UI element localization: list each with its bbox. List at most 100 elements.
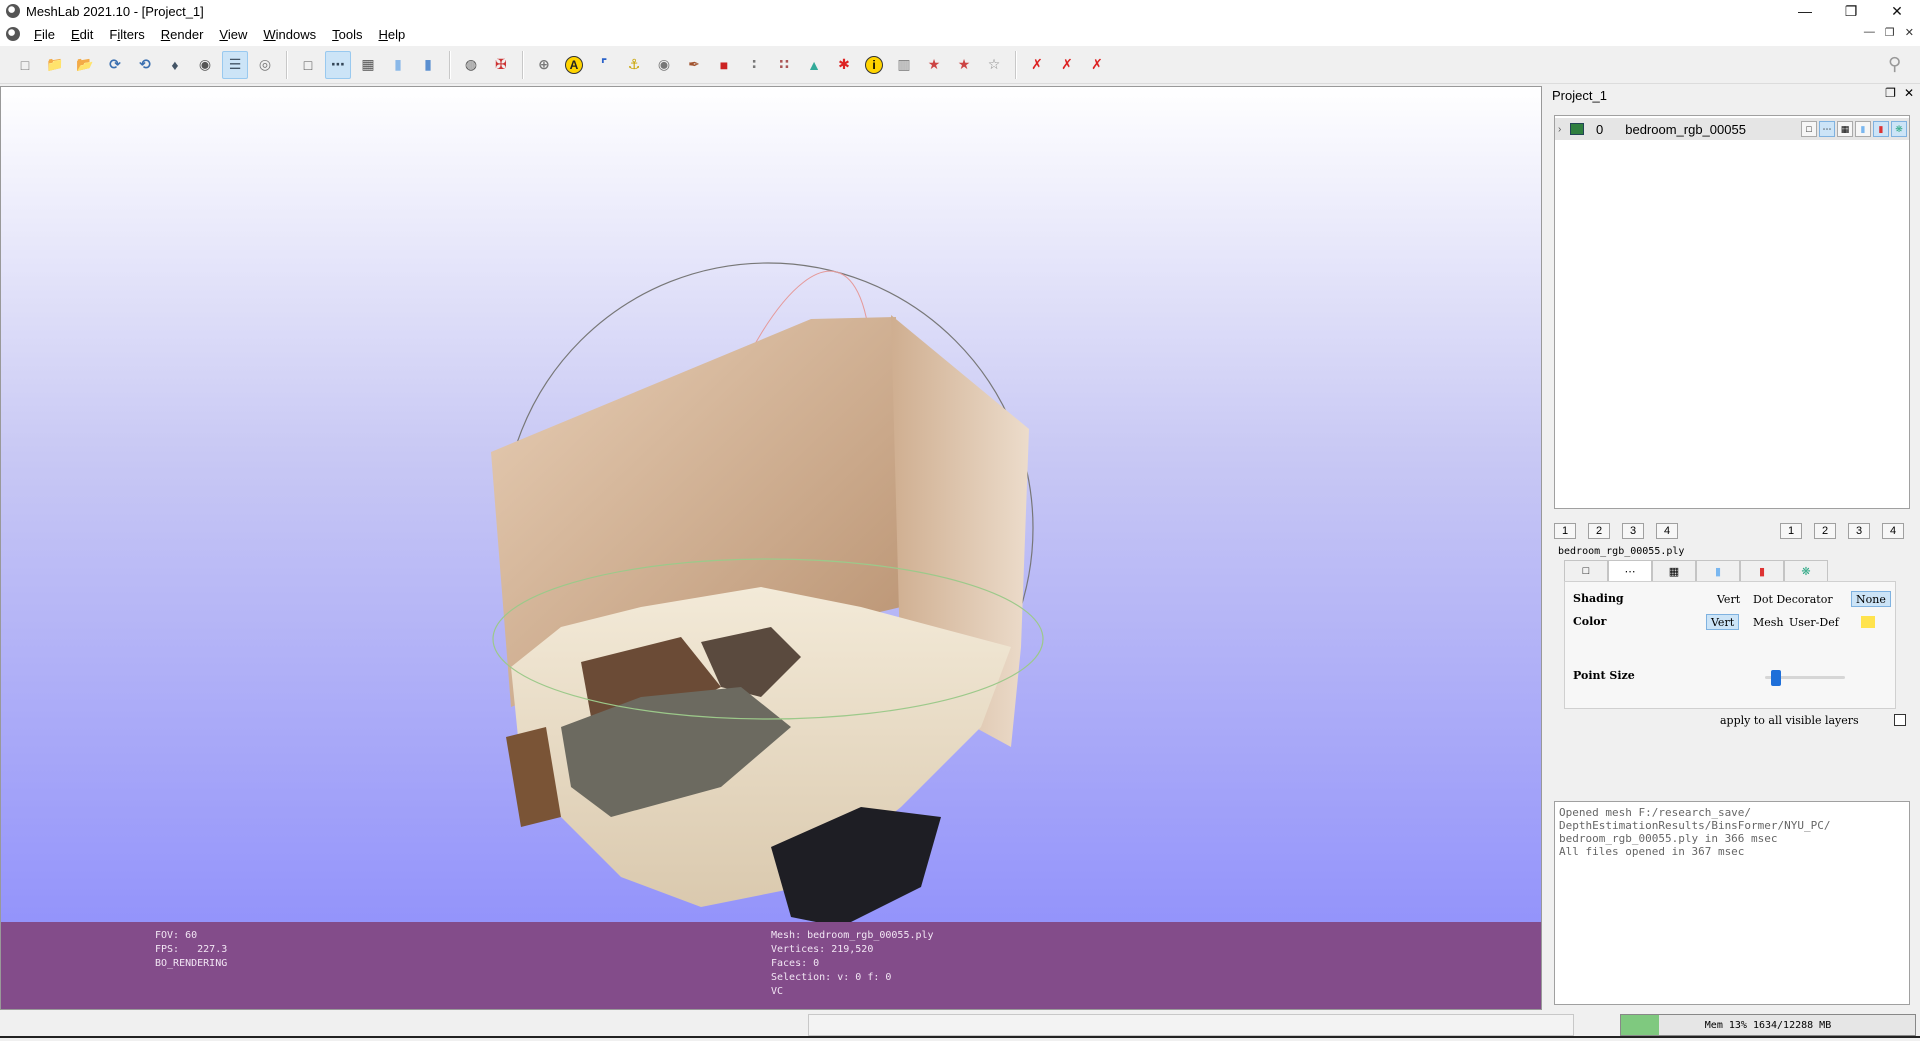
shading-dot-option[interactable]: Dot Decorator [1749, 591, 1837, 607]
annotation-icon: A [565, 55, 583, 74]
paint-button[interactable]: ✒ [681, 51, 707, 79]
camera-button[interactable]: ◉ [651, 51, 677, 79]
delete-all-button[interactable]: ✗ [1084, 51, 1110, 79]
tab-flat[interactable]: ▮ [1696, 560, 1740, 582]
preset-r4-button[interactable]: 4 [1882, 523, 1904, 539]
delete-faces-icon: ✗ [1061, 56, 1073, 72]
fps-text: FPS: 227.3 [155, 944, 228, 955]
reload-button[interactable]: ⟳ [102, 51, 128, 79]
pickpoints-button[interactable]: ★ [951, 51, 977, 79]
manipulator-button[interactable]: ⚓ [621, 51, 647, 79]
close-button[interactable]: ✕ [1874, 0, 1920, 22]
color-userdef-option[interactable]: User-Def [1785, 614, 1843, 630]
visibility-icon[interactable] [1570, 123, 1584, 135]
preset-4-button[interactable]: 4 [1656, 523, 1678, 539]
open-folder-button[interactable]: 📂 [72, 51, 98, 79]
restore-button[interactable]: ❐ [1828, 0, 1874, 22]
wireframe-render-button[interactable]: ▦ [355, 51, 381, 79]
point-cloud-render[interactable] [1, 87, 1542, 1010]
select-vertices-button[interactable]: ∶ [741, 51, 767, 79]
menu-render[interactable]: Render [153, 27, 212, 42]
document-icon[interactable] [6, 27, 20, 41]
menu-windows[interactable]: Windows [255, 27, 324, 42]
georef-button[interactable]: ✱ [831, 51, 857, 79]
preset-r3-button[interactable]: 3 [1848, 523, 1870, 539]
menu-view[interactable]: View [211, 27, 255, 42]
measure-axes-button[interactable]: ⌜ [591, 51, 617, 79]
memory-indicator: Mem 13% 1634/12288 MB [1620, 1014, 1916, 1036]
annotation-button[interactable]: A [561, 51, 587, 79]
trackball-button[interactable]: ⊕ [531, 51, 557, 79]
tab-texture[interactable]: ▮ [1740, 560, 1784, 582]
mdi-close-button[interactable]: ✕ [1905, 26, 1914, 39]
shading-vert-option[interactable]: Vert [1713, 591, 1744, 607]
search-icon[interactable]: ⚲ [1888, 54, 1910, 76]
color-picker-button[interactable]: ■ [711, 51, 737, 79]
tab-points[interactable]: ⋯ [1608, 560, 1652, 582]
info-icon: i [865, 55, 883, 74]
color-vert-option[interactable]: Vert [1706, 614, 1740, 630]
axis-cross-button[interactable]: ✠ [488, 51, 514, 79]
layer-row[interactable]: › 0 bedroom_rgb_00055 □ ⋯ ▦ ▮ ▮ ❋ [1555, 118, 1909, 140]
mdi-restore-button[interactable]: ❐ [1885, 26, 1895, 39]
tab-smooth[interactable]: ❋ [1784, 560, 1828, 582]
layer-render-icons: □ ⋯ ▦ ▮ ▮ ❋ [1801, 121, 1907, 137]
menu-tools[interactable]: Tools [324, 27, 370, 42]
layer-bbox-icon[interactable]: □ [1801, 121, 1817, 137]
preset-1-button[interactable]: 1 [1554, 523, 1576, 539]
menu-edit[interactable]: Edit [63, 27, 101, 42]
apply-all-checkbox[interactable] [1894, 714, 1906, 726]
user-color-swatch[interactable] [1861, 616, 1875, 628]
bbox-render-button[interactable]: □ [295, 51, 321, 79]
3d-viewport[interactable]: FOV: 60 FPS: 227.3 BO_RENDERING Mesh: be… [0, 86, 1542, 1010]
layer-flat-icon[interactable]: ▮ [1855, 121, 1871, 137]
dock-float-button[interactable]: ❐ [1885, 86, 1896, 100]
shading-none-option[interactable]: None [1851, 591, 1891, 607]
fix-button[interactable]: ★ [921, 51, 947, 79]
current-file-label: bedroom_rgb_00055.ply [1558, 546, 1685, 557]
mdi-controls: — ❐ ✕ [1864, 26, 1914, 39]
smooth-render-button[interactable]: ▮ [415, 51, 441, 79]
tab-wire[interactable]: ▦ [1652, 560, 1696, 582]
preset-r1-button[interactable]: 1 [1780, 523, 1802, 539]
expand-arrow-icon[interactable]: › [1558, 124, 1568, 135]
open-project-button[interactable]: 📁 [42, 51, 68, 79]
delete-faces-button[interactable]: ✗ [1054, 51, 1080, 79]
dock-close-button[interactable]: ✕ [1904, 86, 1914, 100]
layer-smooth-icon[interactable]: ❋ [1891, 121, 1907, 137]
select-faces-button[interactable]: ∷ [771, 51, 797, 79]
preset-2-button[interactable]: 2 [1588, 523, 1610, 539]
layer-list[interactable]: › 0 bedroom_rgb_00055 □ ⋯ ▦ ▮ ▮ ❋ [1554, 115, 1910, 509]
menu-filters[interactable]: Filters [101, 27, 152, 42]
layer-wire-icon[interactable]: ▦ [1837, 121, 1853, 137]
menu-help[interactable]: Help [370, 27, 413, 42]
new-project-button[interactable]: □ [12, 51, 38, 79]
select-faces-icon: ∷ [779, 56, 789, 72]
flat-render-icon: ▮ [394, 56, 402, 72]
light-button[interactable]: ◍ [458, 51, 484, 79]
preset-3-button[interactable]: 3 [1622, 523, 1644, 539]
color-mesh-option[interactable]: Mesh [1749, 614, 1788, 630]
raster-button[interactable]: ◎ [252, 51, 278, 79]
preset-r2-button[interactable]: 2 [1814, 523, 1836, 539]
edit-selection-button[interactable]: ☆ [981, 51, 1007, 79]
layers-dialog-button[interactable]: ☰ [222, 50, 248, 79]
delete-vertices-button[interactable]: ✗ [1024, 51, 1050, 79]
layer-points-icon[interactable]: ⋯ [1819, 121, 1835, 137]
snapshot-button[interactable]: ◉ [192, 51, 218, 79]
mdi-minimize-button[interactable]: — [1864, 26, 1875, 39]
minimize-button[interactable]: — [1782, 0, 1828, 22]
points-render-button[interactable]: ⋯ [325, 50, 351, 79]
flat-render-button[interactable]: ▮ [385, 51, 411, 79]
align-button[interactable]: ▲ [801, 51, 827, 79]
menu-file[interactable]: File [26, 27, 63, 42]
layer-texture-icon[interactable]: ▮ [1873, 121, 1889, 137]
point-size-slider-handle[interactable] [1771, 670, 1782, 686]
info-button[interactable]: i [861, 51, 887, 79]
tab-bbox[interactable]: □ [1564, 560, 1608, 582]
toolbar-separator [1015, 50, 1016, 79]
reload-icon: ⟳ [109, 56, 121, 72]
save-button[interactable]: ♦ [162, 51, 188, 79]
reload-all-button[interactable]: ⟲ [132, 51, 158, 79]
select-area-button[interactable]: ▥ [891, 51, 917, 79]
